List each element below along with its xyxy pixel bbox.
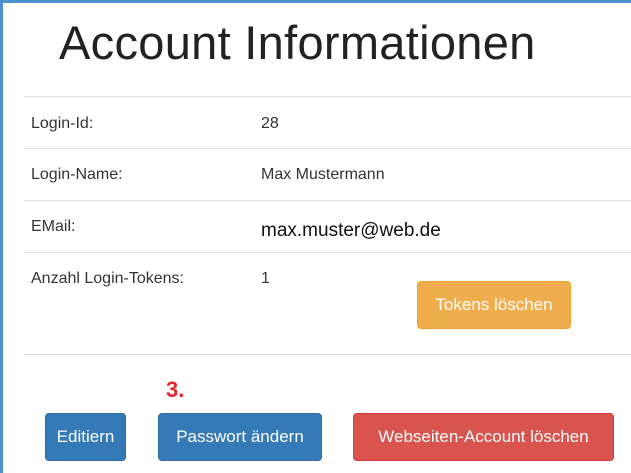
- login-tokens-label: Anzahl Login-Tokens:: [31, 270, 184, 287]
- login-id-label: Login-Id:: [31, 115, 94, 132]
- account-panel: Account Informationen Login-Id: 28 Login…: [0, 0, 631, 473]
- delete-account-button[interactable]: Webseiten-Account löschen: [353, 413, 614, 461]
- step-marker: 3.: [166, 377, 185, 402]
- login-tokens-value: 1: [261, 270, 270, 287]
- delete-tokens-button[interactable]: Tokens löschen: [417, 281, 571, 329]
- page-title: Account Informationen: [59, 16, 536, 69]
- info-row-login-id: Login-Id: 28: [24, 96, 631, 148]
- login-name-value: Max Mustermann: [261, 166, 385, 183]
- change-password-button[interactable]: Passwort ändern: [158, 413, 322, 461]
- login-name-label: Login-Name:: [31, 166, 123, 183]
- email-value: max.muster@web.de: [261, 220, 441, 241]
- email-label: EMail:: [31, 218, 76, 235]
- login-id-value: 28: [261, 115, 279, 132]
- info-row-email: EMail: max.muster@web.de: [24, 200, 631, 252]
- info-row-login-name: Login-Name: Max Mustermann: [24, 148, 631, 200]
- edit-button[interactable]: Editiern: [45, 413, 126, 461]
